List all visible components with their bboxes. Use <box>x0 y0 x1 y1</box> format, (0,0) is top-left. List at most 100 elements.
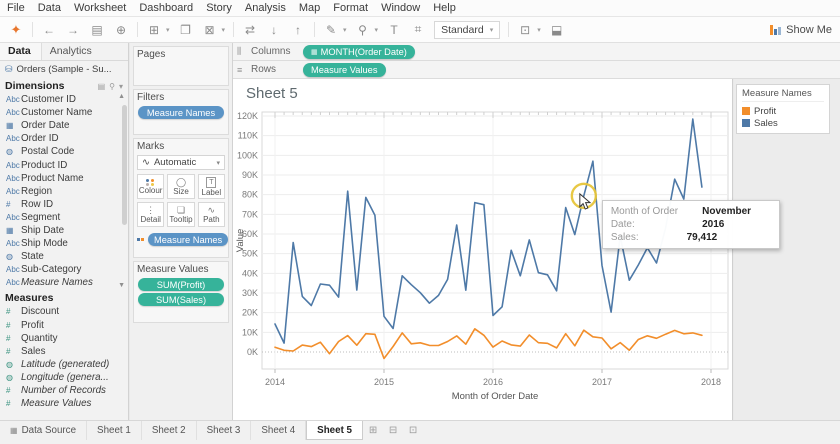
highlight-caret-icon[interactable]: ▾ <box>343 26 347 34</box>
dimension-customer-id[interactable]: Abc Customer ID <box>0 93 128 106</box>
measure-longitude-genera-[interactable]: ◍ Longitude (genera... <box>0 371 128 384</box>
marks-card[interactable]: Marks ∿ Automatic ▾ Colour ◯ Size T Label ⋮ De… <box>133 138 229 258</box>
fix-axes-icon[interactable]: ⌗ <box>410 22 426 37</box>
new-worksheet-icon[interactable]: ⊞ <box>146 23 162 37</box>
chart-svg[interactable]: 0K10K20K30K40K50K60K70K80K90K100K110K120… <box>233 79 733 420</box>
dimension-postal-code[interactable]: ◍ Postal Code <box>0 145 128 158</box>
dimension-product-name[interactable]: Abc Product Name <box>0 172 128 185</box>
measure-values-pill[interactable]: SUM(Profit) <box>138 278 224 291</box>
dimension-segment[interactable]: Abc Segment <box>0 211 128 224</box>
dimensions-scrollbar[interactable] <box>122 105 127 225</box>
undo-icon[interactable]: ← <box>41 23 57 37</box>
marks-button-label[interactable]: T Label <box>197 174 225 199</box>
duplicate-sheet-icon[interactable]: ❐ <box>178 23 194 37</box>
new-worksheet-caret-icon[interactable]: ▾ <box>166 26 170 34</box>
pages-card[interactable]: Pages <box>133 46 229 86</box>
save-icon[interactable]: ▤ <box>89 23 105 37</box>
menu-item-window[interactable]: Window <box>381 2 420 14</box>
marks-button-detail[interactable]: ⋮ Detail <box>137 202 165 227</box>
new-dashboard-tab-icon[interactable]: ⊟ <box>383 421 403 440</box>
view-as-icon[interactable]: ▤ <box>98 82 106 91</box>
show-mark-labels-icon[interactable]: T <box>386 23 402 37</box>
legend-item-profit[interactable]: Profit <box>742 105 824 117</box>
measure-measure-values[interactable]: # Measure Values <box>0 397 128 410</box>
new-worksheet-tab-icon[interactable]: ⊞ <box>363 421 383 440</box>
group-members-caret-icon[interactable]: ▾ <box>375 26 379 34</box>
sheet-tab-sheet-1[interactable]: Sheet 1 <box>87 421 142 440</box>
measure-number-of-records[interactable]: # Number of Records <box>0 384 128 397</box>
menu-item-help[interactable]: Help <box>433 2 456 14</box>
show-hide-cards-icon[interactable]: ⊡ <box>517 23 533 37</box>
group-members-icon[interactable]: ⚲ <box>355 23 371 37</box>
sort-ascending-icon[interactable]: ↓ <box>266 23 282 37</box>
filters-card[interactable]: Filters Measure Names <box>133 89 229 135</box>
measure-latitude-generated-[interactable]: ◍ Latitude (generated) <box>0 358 128 371</box>
menu-item-worksheet[interactable]: Worksheet <box>74 2 126 14</box>
dimension-order-date[interactable]: ▦ Order Date <box>0 119 128 132</box>
scroll-down-icon[interactable]: ▼ <box>118 282 125 289</box>
menu-item-analysis[interactable]: Analysis <box>245 2 286 14</box>
measure-discount[interactable]: # Discount <box>0 305 128 318</box>
menu-item-file[interactable]: File <box>7 2 25 14</box>
menu-item-map[interactable]: Map <box>299 2 320 14</box>
swap-axes-icon[interactable]: ⇄ <box>242 23 258 37</box>
columns-shelf[interactable]: ⫼ Columns ▦ MONTH(Order Date) <box>233 43 840 61</box>
measure-profit[interactable]: # Profit <box>0 319 128 332</box>
sheet-tab-sheet-4[interactable]: Sheet 4 <box>251 421 307 440</box>
redo-icon[interactable]: → <box>65 23 81 37</box>
show-hide-cards-caret-icon[interactable]: ▾ <box>537 26 541 34</box>
marks-button-size[interactable]: ◯ Size <box>167 174 195 199</box>
dimension-sub-category[interactable]: Abc Sub-Category <box>0 263 128 276</box>
sheet-tab-sheet-3[interactable]: Sheet 3 <box>197 421 252 440</box>
highlight-icon[interactable]: ✎ <box>323 23 339 37</box>
measure-sales[interactable]: # Sales <box>0 345 128 358</box>
measure-quantity[interactable]: # Quantity <box>0 332 128 345</box>
legend-card[interactable]: Measure Names Profit Sales <box>736 84 830 134</box>
add-datasource-icon[interactable]: ⊕ <box>113 23 129 37</box>
y-tick-label: 70K <box>242 209 258 219</box>
tableau-logo-icon[interactable]: ✦ <box>8 22 24 38</box>
menu-item-story[interactable]: Story <box>206 2 232 14</box>
tab-analytics[interactable]: Analytics <box>42 43 102 60</box>
marks-button-tooltip[interactable]: ❏ Tooltip <box>167 202 195 227</box>
sheet-tab-sheet-5[interactable]: Sheet 5 <box>306 421 364 440</box>
menu-item-format[interactable]: Format <box>333 2 368 14</box>
measure-values-card[interactable]: Measure Values SUM(Profit) SUM(Sales) <box>133 261 229 323</box>
legend-item-sales[interactable]: Sales <box>742 117 824 129</box>
tab-data[interactable]: Data <box>0 43 42 60</box>
data-source-tab[interactable]: ▦ Data Source <box>0 421 88 440</box>
presentation-mode-icon[interactable]: ⬓ <box>549 23 565 37</box>
clear-sheet-caret-icon[interactable]: ▾ <box>222 26 226 34</box>
marks-measure-names-pill[interactable]: Measure Names <box>148 233 229 246</box>
marks-button-colour[interactable]: Colour <box>137 174 165 199</box>
dimension-customer-name[interactable]: Abc Customer Name <box>0 106 128 119</box>
dimension-row-id[interactable]: # Row ID <box>0 198 128 211</box>
clear-sheet-icon[interactable]: ⊠ <box>202 23 218 37</box>
dimension-state[interactable]: ◍ State <box>0 250 128 263</box>
dimension-region[interactable]: Abc Region <box>0 185 128 198</box>
dimension-ship-date[interactable]: ▦ Ship Date <box>0 224 128 237</box>
menu-item-data[interactable]: Data <box>38 2 61 14</box>
rows-shelf[interactable]: ≡ Rows Measure Values <box>233 61 840 79</box>
sheet-tab-sheet-2[interactable]: Sheet 2 <box>142 421 197 440</box>
show-me-button[interactable]: Show Me <box>770 24 832 36</box>
field-label: Latitude (generated) <box>21 358 110 370</box>
columns-pill[interactable]: ▦ MONTH(Order Date) <box>303 44 415 59</box>
dimension-product-id[interactable]: Abc Product ID <box>0 158 128 171</box>
rows-pill[interactable]: Measure Values <box>303 62 386 77</box>
dimension-order-id[interactable]: Abc Order ID <box>0 132 128 145</box>
filter-pill[interactable]: Measure Names <box>138 106 224 119</box>
datasource-row[interactable]: ⛁ Orders (Sample - Su... <box>0 61 128 77</box>
menu-item-dashboard[interactable]: Dashboard <box>139 2 193 14</box>
sort-descending-icon[interactable]: ↑ <box>290 23 306 37</box>
measure-values-pill[interactable]: SUM(Sales) <box>138 293 224 306</box>
marks-button-path[interactable]: ∿ Path <box>197 202 225 227</box>
new-story-tab-icon[interactable]: ⊡ <box>403 421 423 440</box>
dimensions-menu-caret-icon[interactable]: ▾ <box>119 82 123 91</box>
fit-select[interactable]: Standard ▾ <box>434 20 501 39</box>
search-icon[interactable]: ⚲ <box>109 82 115 91</box>
mark-type-dropdown[interactable]: ∿ Automatic ▾ <box>137 155 225 170</box>
scroll-up-icon[interactable]: ▲ <box>118 93 125 100</box>
dimension-ship-mode[interactable]: Abc Ship Mode <box>0 237 128 250</box>
dimension-measure-names[interactable]: Abc Measure Names <box>0 276 128 289</box>
